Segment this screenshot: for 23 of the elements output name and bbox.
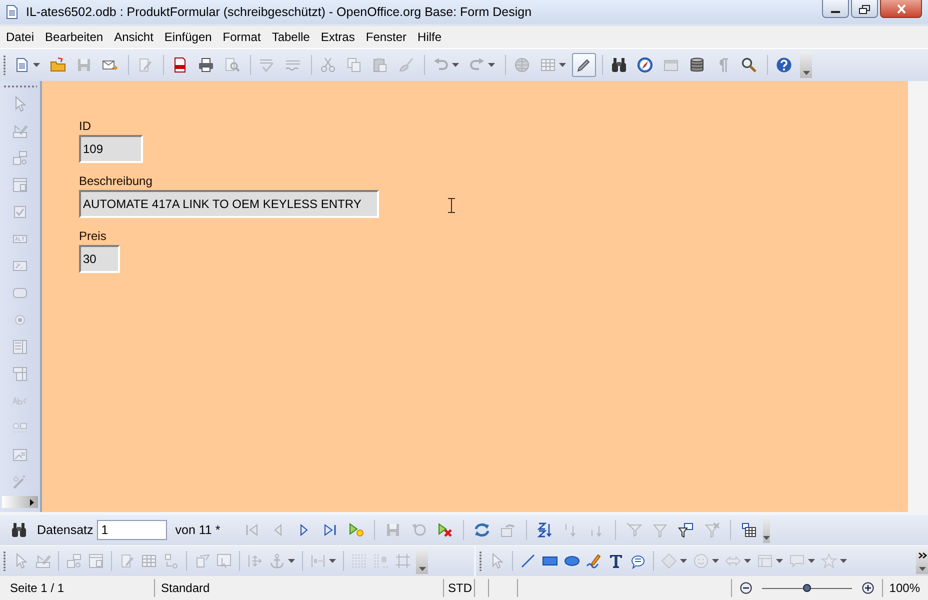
field-label: Preis [79,229,106,244]
field-label: Beschreibung [79,174,152,189]
page-status: Seite 1 / 1 [0,579,155,597]
text-field[interactable]: AUTOMATE 417A LINK TO OEM KEYLESS ENTRY [79,190,379,218]
menu-item[interactable]: Einfügen [160,30,216,44]
selection-mode-status: STD [444,579,475,597]
record-label: Datensatz [37,523,94,537]
menu-item[interactable]: Ansicht [110,30,158,44]
menu-item[interactable]: Bearbeiten [41,30,108,44]
field-label: ID [79,119,91,134]
menu-item[interactable]: Extras [316,30,359,44]
record-number-field[interactable]: 1 [97,520,168,540]
menu-item[interactable]: Datei [2,30,38,44]
record-count: von 11 * [175,523,220,537]
menu-item[interactable]: Format [218,30,265,44]
page-style-status: Standard [155,579,444,597]
text-field[interactable]: 30 [79,245,120,273]
menu-item[interactable]: Fenster [362,30,411,44]
menu-item[interactable]: Hilfe [414,30,446,44]
zoom-value: 100% [888,580,921,597]
window-title: IL-ates6502.odb : ProduktFormular (schreibgeschützt) - OpenOffice.org Base: Form Design [26,5,533,19]
text-field[interactable]: 109 [79,135,143,163]
menu-item[interactable]: Tabelle [268,30,314,44]
